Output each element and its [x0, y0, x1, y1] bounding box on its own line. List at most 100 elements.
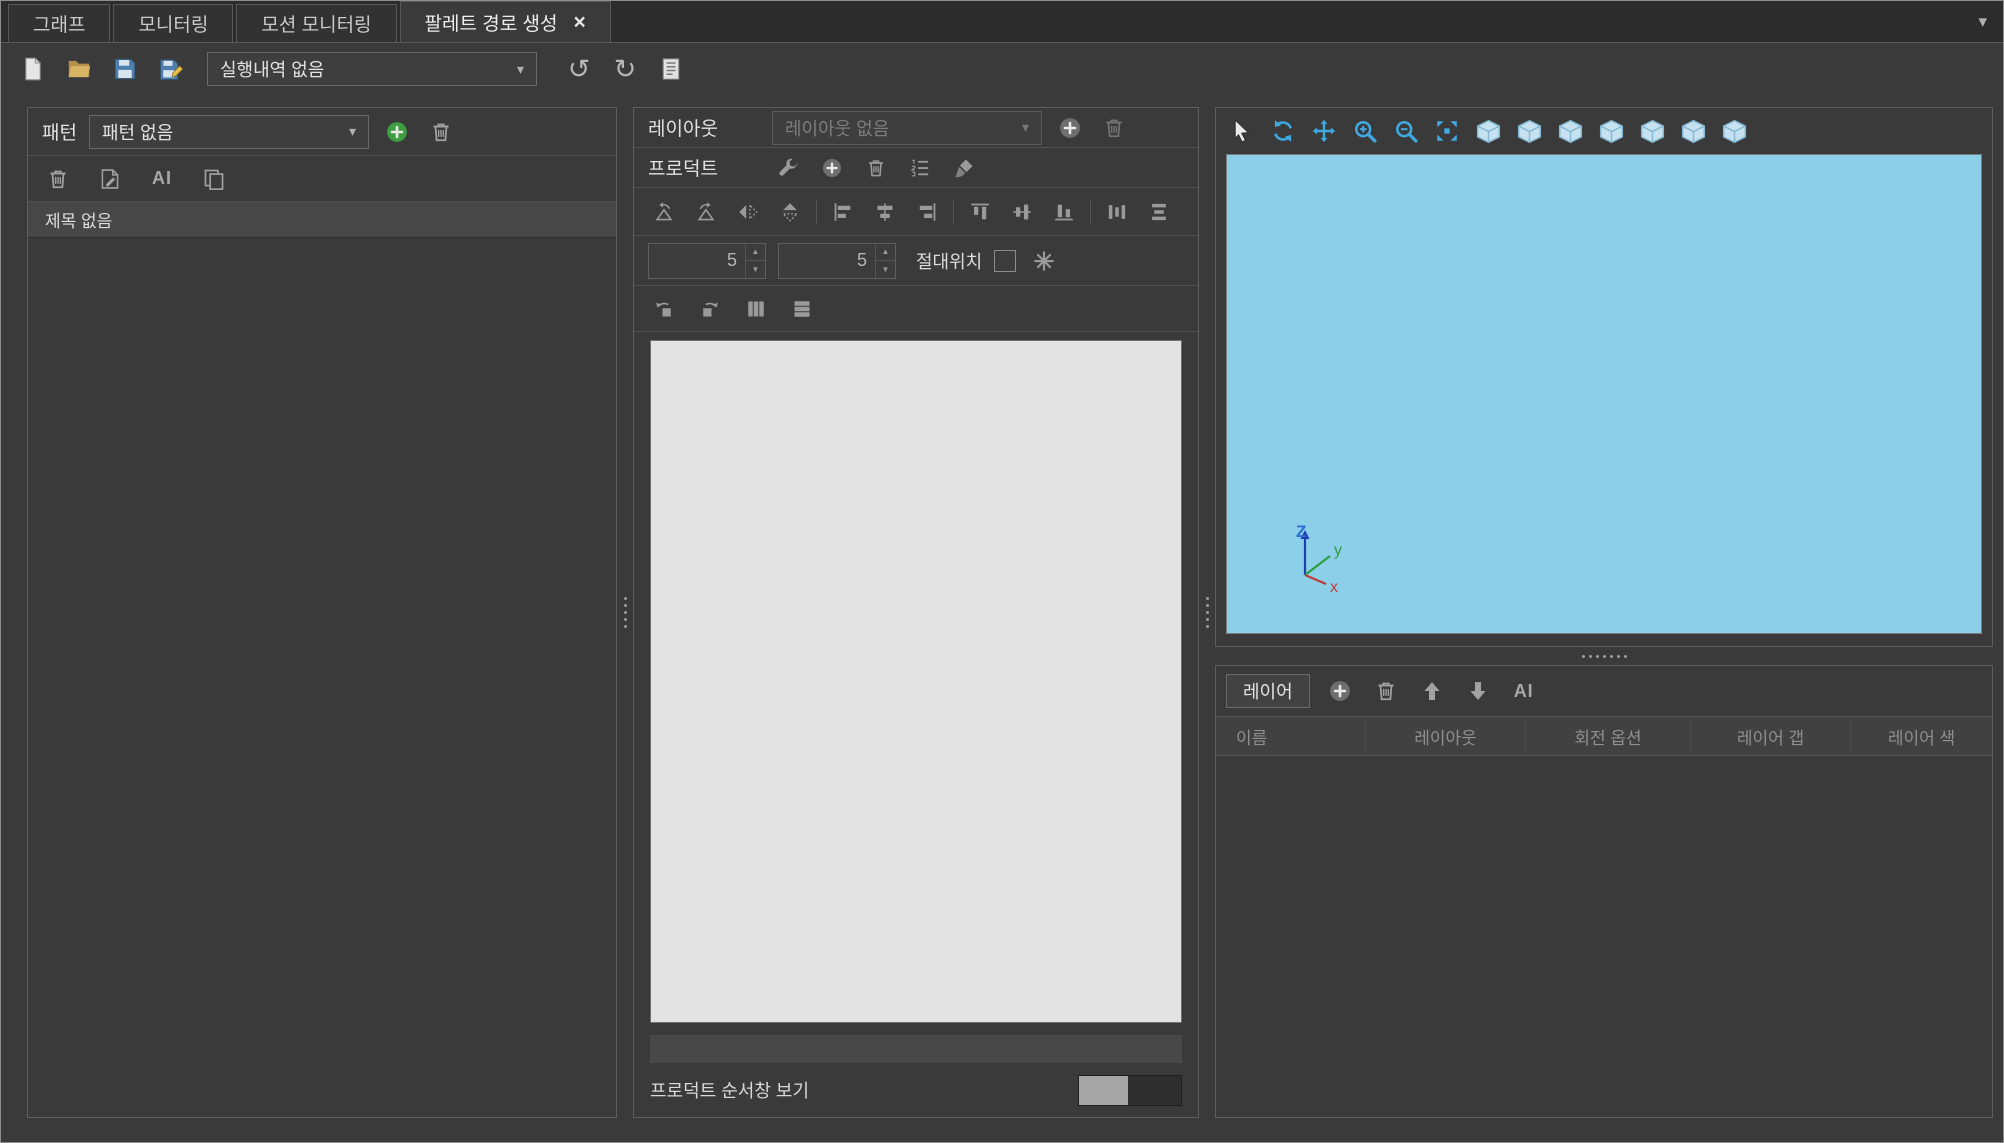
rotate-pattern-cw-button[interactable] — [694, 293, 726, 325]
stepper-buttons[interactable]: ▲ ▼ — [875, 244, 895, 278]
duplicate-pattern-button[interactable] — [198, 163, 230, 195]
horizontal-splitter[interactable] — [1215, 647, 1993, 665]
layout-dropdown[interactable]: 레이아웃 없음 ▾ — [772, 111, 1042, 145]
delete-pattern-item-button[interactable] — [42, 163, 74, 195]
stepper-up-icon[interactable]: ▲ — [746, 244, 765, 262]
zoom-in-button[interactable] — [1349, 115, 1381, 147]
rename-pattern-button[interactable]: AI — [146, 163, 178, 195]
stepper-down-icon[interactable]: ▼ — [746, 261, 765, 278]
copy-icon — [203, 168, 225, 190]
flip-horizontal-button[interactable] — [732, 196, 764, 228]
view-left-button[interactable] — [1636, 115, 1668, 147]
close-icon[interactable]: × — [573, 12, 585, 33]
rotate-cw-button[interactable] — [690, 196, 722, 228]
main-toolbar: 실행내역 없음 ▾ ↺ ↻ — [1, 43, 2003, 95]
pattern-list-item[interactable]: 제목 없음 — [28, 202, 616, 238]
add-layer-button[interactable] — [1324, 675, 1356, 707]
y-count-stepper[interactable]: ▲ ▼ — [778, 243, 896, 279]
zoom-out-button[interactable] — [1390, 115, 1422, 147]
position-settings-button[interactable] — [1028, 245, 1060, 277]
pan-view-button[interactable] — [1308, 115, 1340, 147]
view-bottom-button[interactable] — [1718, 115, 1750, 147]
view-cube-left-icon — [1639, 118, 1666, 145]
right-splitter[interactable] — [1199, 107, 1215, 1118]
flip-vertical-button[interactable] — [774, 196, 806, 228]
rename-layer-button[interactable]: AI — [1508, 675, 1540, 707]
edit-pattern-button[interactable] — [94, 163, 126, 195]
stepper-buttons[interactable]: ▲ ▼ — [745, 244, 765, 278]
undo-button[interactable]: ↺ — [561, 51, 597, 87]
left-splitter[interactable] — [617, 107, 633, 1118]
product-order-list-button[interactable] — [904, 152, 936, 184]
select-tool-button[interactable] — [1226, 115, 1258, 147]
count-position-row: ▲ ▼ ▲ ▼ 절대위치 — [634, 236, 1198, 286]
align-left-button[interactable] — [827, 196, 859, 228]
view-back-button[interactable] — [1595, 115, 1627, 147]
fill-rows-button[interactable] — [786, 293, 818, 325]
redo-button[interactable]: ↻ — [607, 51, 643, 87]
zoom-fit-button[interactable] — [1431, 115, 1463, 147]
pattern-dropdown[interactable]: 패턴 없음 ▾ — [89, 115, 369, 149]
align-center-horizontal-button[interactable] — [869, 196, 901, 228]
rotate-view-button[interactable] — [1267, 115, 1299, 147]
open-file-button[interactable] — [61, 51, 97, 87]
view-iso-button[interactable] — [1472, 115, 1504, 147]
save-as-button[interactable] — [153, 51, 189, 87]
delete-layer-button[interactable] — [1370, 675, 1402, 707]
distribute-horizontal-icon — [1107, 202, 1127, 222]
execution-log-button[interactable] — [653, 51, 689, 87]
align-top-button[interactable] — [964, 196, 996, 228]
delete-pattern-button[interactable] — [425, 116, 457, 148]
add-layout-button[interactable] — [1054, 112, 1086, 144]
tab-pallet-path-generation[interactable]: 팔레트 경로 생성 × — [400, 1, 611, 42]
canvas-scrollbar[interactable] — [650, 1035, 1182, 1063]
clear-products-button[interactable] — [948, 152, 980, 184]
align-middle-button[interactable] — [1006, 196, 1038, 228]
tab-motion-monitoring[interactable]: 모션 모니터링 — [236, 4, 396, 42]
pattern-canvas[interactable] — [650, 340, 1182, 1023]
view-front-button[interactable] — [1554, 115, 1586, 147]
column-header-layer-gap: 레이어 갭 — [1691, 717, 1851, 755]
rotate-ccw-button[interactable] — [648, 196, 680, 228]
align-bottom-button[interactable] — [1048, 196, 1080, 228]
trash-icon — [430, 121, 452, 143]
stepper-up-icon[interactable]: ▲ — [876, 244, 895, 262]
pattern-tools-row: AI — [28, 156, 616, 202]
rotate-pattern-ccw-button[interactable] — [648, 293, 680, 325]
product-order-toggle[interactable] — [1078, 1075, 1182, 1106]
view-right-button[interactable] — [1677, 115, 1709, 147]
distribute-vertical-button[interactable] — [1143, 196, 1175, 228]
viewport-3d[interactable]: Z y x — [1226, 154, 1982, 634]
add-pattern-button[interactable] — [381, 116, 413, 148]
tab-monitoring[interactable]: 모니터링 — [113, 4, 233, 42]
log-document-icon — [659, 57, 683, 81]
stepper-down-icon[interactable]: ▼ — [876, 261, 895, 278]
absolute-position-checkbox[interactable] — [994, 250, 1016, 272]
view-top-button[interactable] — [1513, 115, 1545, 147]
delete-product-button[interactable] — [860, 152, 892, 184]
save-button[interactable] — [107, 51, 143, 87]
arrow-down-icon — [1467, 680, 1489, 702]
y-count-input[interactable] — [779, 244, 875, 278]
save-as-icon — [159, 57, 183, 81]
fill-columns-button[interactable] — [740, 293, 772, 325]
tab-graph[interactable]: 그래프 — [8, 4, 110, 42]
x-count-stepper[interactable]: ▲ ▼ — [648, 243, 766, 279]
new-file-button[interactable] — [15, 51, 51, 87]
move-layer-down-button[interactable] — [1462, 675, 1494, 707]
absolute-position-label: 절대위치 — [916, 248, 982, 274]
history-dropdown[interactable]: 실행내역 없음 ▾ — [207, 52, 537, 86]
add-product-button[interactable] — [816, 152, 848, 184]
distribute-horizontal-button[interactable] — [1101, 196, 1133, 228]
delete-layout-button[interactable] — [1098, 112, 1130, 144]
align-right-button[interactable] — [911, 196, 943, 228]
product-settings-button[interactable] — [772, 152, 804, 184]
tab-overflow-chevron-icon[interactable]: ▾ — [1978, 12, 1987, 32]
move-layer-up-button[interactable] — [1416, 675, 1448, 707]
x-count-input[interactable] — [649, 244, 745, 278]
column-header-name: 이름 — [1216, 717, 1366, 755]
layer-table-header: 이름 레이아웃 회전 옵션 레이어 갭 레이어 색 — [1216, 716, 1992, 756]
layer-panel-title: 레이어 — [1226, 674, 1310, 708]
pattern-panel: 패턴 패턴 없음 ▾ AI 제목 없음 — [27, 107, 617, 1118]
toggle-knob — [1079, 1076, 1128, 1105]
